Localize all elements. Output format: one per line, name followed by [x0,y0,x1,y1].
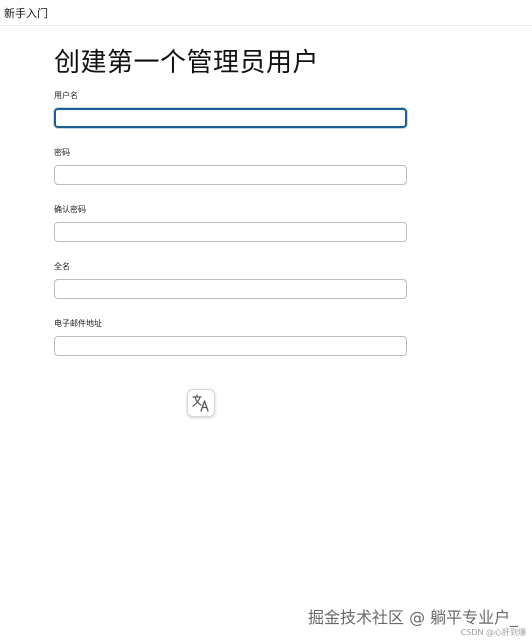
password-input[interactable] [54,165,407,185]
email-label: 电子邮件地址 [54,319,102,328]
translate-icon [192,394,209,412]
confirm-password-label: 确认密码 [54,205,86,214]
watermark-sub: CSDN @心肝到爆 [460,628,526,637]
password-label: 密码 [54,148,70,157]
username-label: 用户名 [54,91,78,100]
fullname-label: 全名 [54,262,70,271]
watermark-main: 掘金技术社区 @ 躺平专业户_ [308,608,519,627]
translate-button[interactable] [187,389,215,417]
email-input[interactable] [54,336,407,356]
page-title: 创建第一个管理员用户 [54,48,320,78]
top-bar: 新手入门 [0,0,532,26]
fullname-input[interactable] [54,279,407,299]
window-title: 新手入门 [4,7,48,20]
username-input[interactable] [54,108,407,128]
confirm-password-input[interactable] [54,222,407,242]
